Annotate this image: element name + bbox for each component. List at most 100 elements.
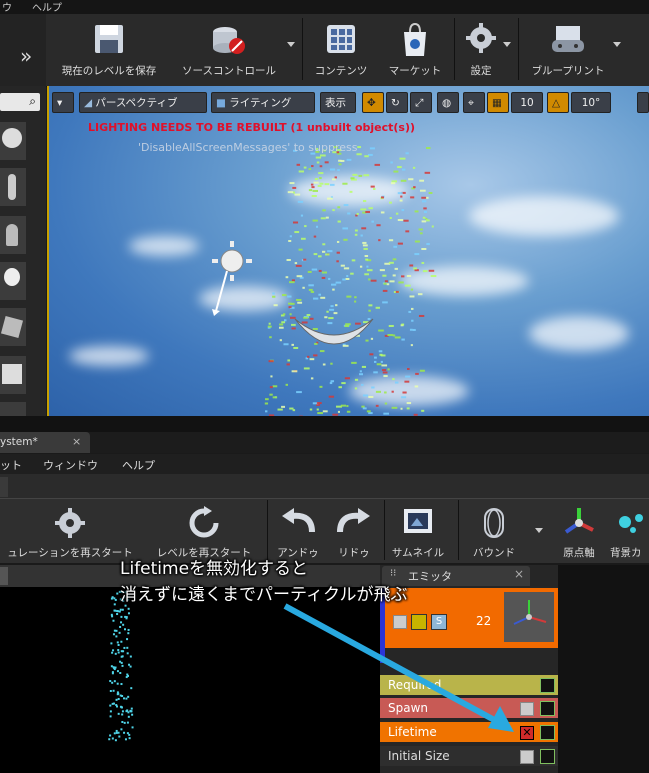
menu-item-partial[interactable]: ウ — [2, 0, 12, 14]
emitter-render-mode-icon[interactable] — [411, 614, 427, 630]
translate-tool-icon[interactable]: ✥ — [362, 92, 384, 113]
menu-item-window[interactable]: ウィンドウ — [43, 457, 98, 473]
menu-item-edit[interactable]: ット — [0, 457, 22, 473]
cascade-menu-bar: ット ウィンドウ ヘルプ — [0, 454, 649, 474]
blueprints-dropdown-icon[interactable] — [613, 42, 621, 47]
gear-restart-icon — [55, 508, 85, 538]
curve-editor-icon[interactable] — [540, 701, 555, 716]
rotate-snap-value[interactable]: 10° — [571, 92, 611, 113]
bounds-dropdown-icon[interactable] — [535, 528, 543, 533]
rotate-tool-icon[interactable]: ↻ — [386, 92, 408, 113]
character-actor-item[interactable] — [0, 168, 26, 206]
bounds-icon — [484, 508, 504, 538]
menu-item-help[interactable]: ヘルプ — [122, 457, 155, 473]
source-control-dropdown-icon[interactable] — [287, 42, 295, 47]
preview-options-button[interactable] — [0, 567, 8, 585]
show-button[interactable]: 表示 — [320, 92, 356, 113]
lighting-warning: LIGHTING NEEDS TO BE REBUILT (1 unbuilt … — [88, 121, 416, 134]
expand-chevron-icon[interactable]: » — [20, 44, 32, 68]
pawn-actor-item[interactable] — [0, 216, 26, 254]
close-tab-icon[interactable]: × — [514, 567, 524, 581]
cascade-tab[interactable]: ystem* × — [0, 432, 90, 453]
annotation-line-2: 消えずに遠くまでパーティクルが飛ぶ — [120, 585, 408, 605]
sphere-actor-item[interactable] — [0, 122, 26, 160]
particle-system — [264, 146, 437, 416]
restart-icon — [189, 506, 219, 538]
window-gap — [0, 416, 649, 432]
surface-snap-icon[interactable]: ⌖ — [463, 92, 485, 113]
curve-editor-icon[interactable] — [540, 678, 555, 693]
emitter-enable-checkbox[interactable] — [393, 615, 407, 629]
perspective-icon: ◢ — [84, 97, 96, 109]
module-initial-size[interactable]: Initial Size — [380, 746, 558, 766]
curve-editor-icon[interactable] — [540, 725, 555, 740]
curve-editor-icon[interactable] — [540, 749, 555, 764]
light-actor-item[interactable] — [0, 262, 26, 300]
emitter-thumbnail-axis-icon — [513, 600, 547, 625]
search-input[interactable]: ⌕ — [0, 93, 40, 111]
redo-icon — [337, 508, 370, 533]
settings-dropdown-icon[interactable] — [503, 42, 511, 47]
blueprint-icon — [552, 26, 584, 52]
viewport-more-button[interactable] — [637, 92, 649, 113]
emitter-solo-button[interactable]: S — [431, 614, 447, 630]
cascade-subtab-strip — [0, 474, 649, 498]
empty-panel-area — [558, 565, 649, 773]
bounds-button[interactable]: バウンド — [462, 502, 526, 560]
grid-snap-icon[interactable]: ▦ — [487, 92, 509, 113]
origin-axis-button[interactable]: 原点軸 — [556, 502, 602, 560]
restart-level-button[interactable]: レベルを再スタート — [146, 502, 262, 560]
marketplace-button[interactable]: マーケット — [380, 18, 450, 78]
emitter-thumbnail — [504, 592, 554, 642]
undo-icon — [282, 508, 315, 533]
annotation-line-1: Lifetimeを無効化すると — [120, 559, 309, 579]
annotation-text: Lifetimeを無効化すると 消えずに遠くまでパーティクルが飛ぶ — [120, 556, 407, 608]
thumbnail-button[interactable]: サムネイル — [386, 502, 450, 560]
search-icon: ⌕ — [29, 94, 36, 108]
cascade-tab-bar — [0, 432, 649, 453]
objects-actor-item[interactable] — [0, 308, 26, 346]
sphere-actor-item-2[interactable] — [0, 402, 26, 416]
toolbar-collapse-area: » — [0, 14, 46, 86]
directional-light-icon[interactable] — [207, 241, 257, 316]
lighting-mode-button[interactable]: ■ ライティング — [211, 92, 315, 113]
restart-simulation-button[interactable]: ュレーションを再スタート — [0, 502, 140, 560]
module-required[interactable]: Required — [380, 675, 558, 695]
viewport-options-button[interactable]: ▾ — [52, 92, 74, 113]
origin-axis-icon — [564, 508, 594, 534]
content-button[interactable]: コンテンツ — [306, 18, 376, 78]
level-viewport[interactable] — [47, 86, 649, 416]
particle-count: 22 — [476, 614, 492, 628]
thumbnail-icon — [404, 509, 432, 533]
module-enable-checkbox[interactable] — [520, 750, 534, 764]
module-spawn[interactable]: Spawn — [380, 698, 558, 718]
save-level-button[interactable]: 現在のレベルを保存 — [50, 18, 168, 78]
perspective-button[interactable]: ◢ パースペクティブ — [79, 92, 207, 113]
viewport-toolbar: ▾ ◢ パースペクティブ ■ ライティング 表示 ✥ ↻ ⤢ ◍ ⌖ ▦ 10 … — [52, 90, 649, 114]
world-local-icon[interactable]: ◍ — [437, 92, 459, 113]
module-lifetime[interactable]: Lifetime ✕ — [380, 722, 558, 742]
bowl-mesh[interactable] — [289, 309, 379, 359]
module-enable-checkbox[interactable] — [520, 702, 534, 716]
content-grid-icon — [327, 25, 355, 53]
module-disabled-checkbox[interactable]: ✕ — [520, 726, 534, 740]
suppress-hint: 'DisableAllScreenMessages' to suppress — [138, 141, 358, 154]
marketplace-bag-icon — [404, 22, 426, 56]
grid-snap-value[interactable]: 10 — [511, 92, 543, 113]
cascade-subtab[interactable] — [0, 477, 8, 497]
blueprints-button[interactable]: ブループリント — [522, 18, 614, 78]
settings-button[interactable]: 設定 — [458, 18, 504, 78]
save-icon — [95, 25, 123, 53]
scale-tool-icon[interactable]: ⤢ — [410, 92, 432, 113]
menu-item-help[interactable]: ヘルプ — [32, 0, 62, 14]
source-control-button[interactable]: ソースコントロール — [170, 18, 288, 78]
rotate-snap-icon[interactable]: △ — [547, 92, 569, 113]
background-color-button[interactable]: 背景カ — [610, 502, 649, 560]
cube-actor-item[interactable] — [0, 356, 26, 394]
main-menu-bar: ウ ヘルプ — [0, 0, 649, 14]
undo-button[interactable]: アンドゥ — [270, 502, 326, 560]
source-control-icon — [213, 27, 245, 54]
lighting-cube-icon: ■ — [216, 97, 230, 109]
redo-button[interactable]: リドゥ — [328, 502, 380, 560]
close-tab-icon[interactable]: × — [72, 435, 81, 448]
